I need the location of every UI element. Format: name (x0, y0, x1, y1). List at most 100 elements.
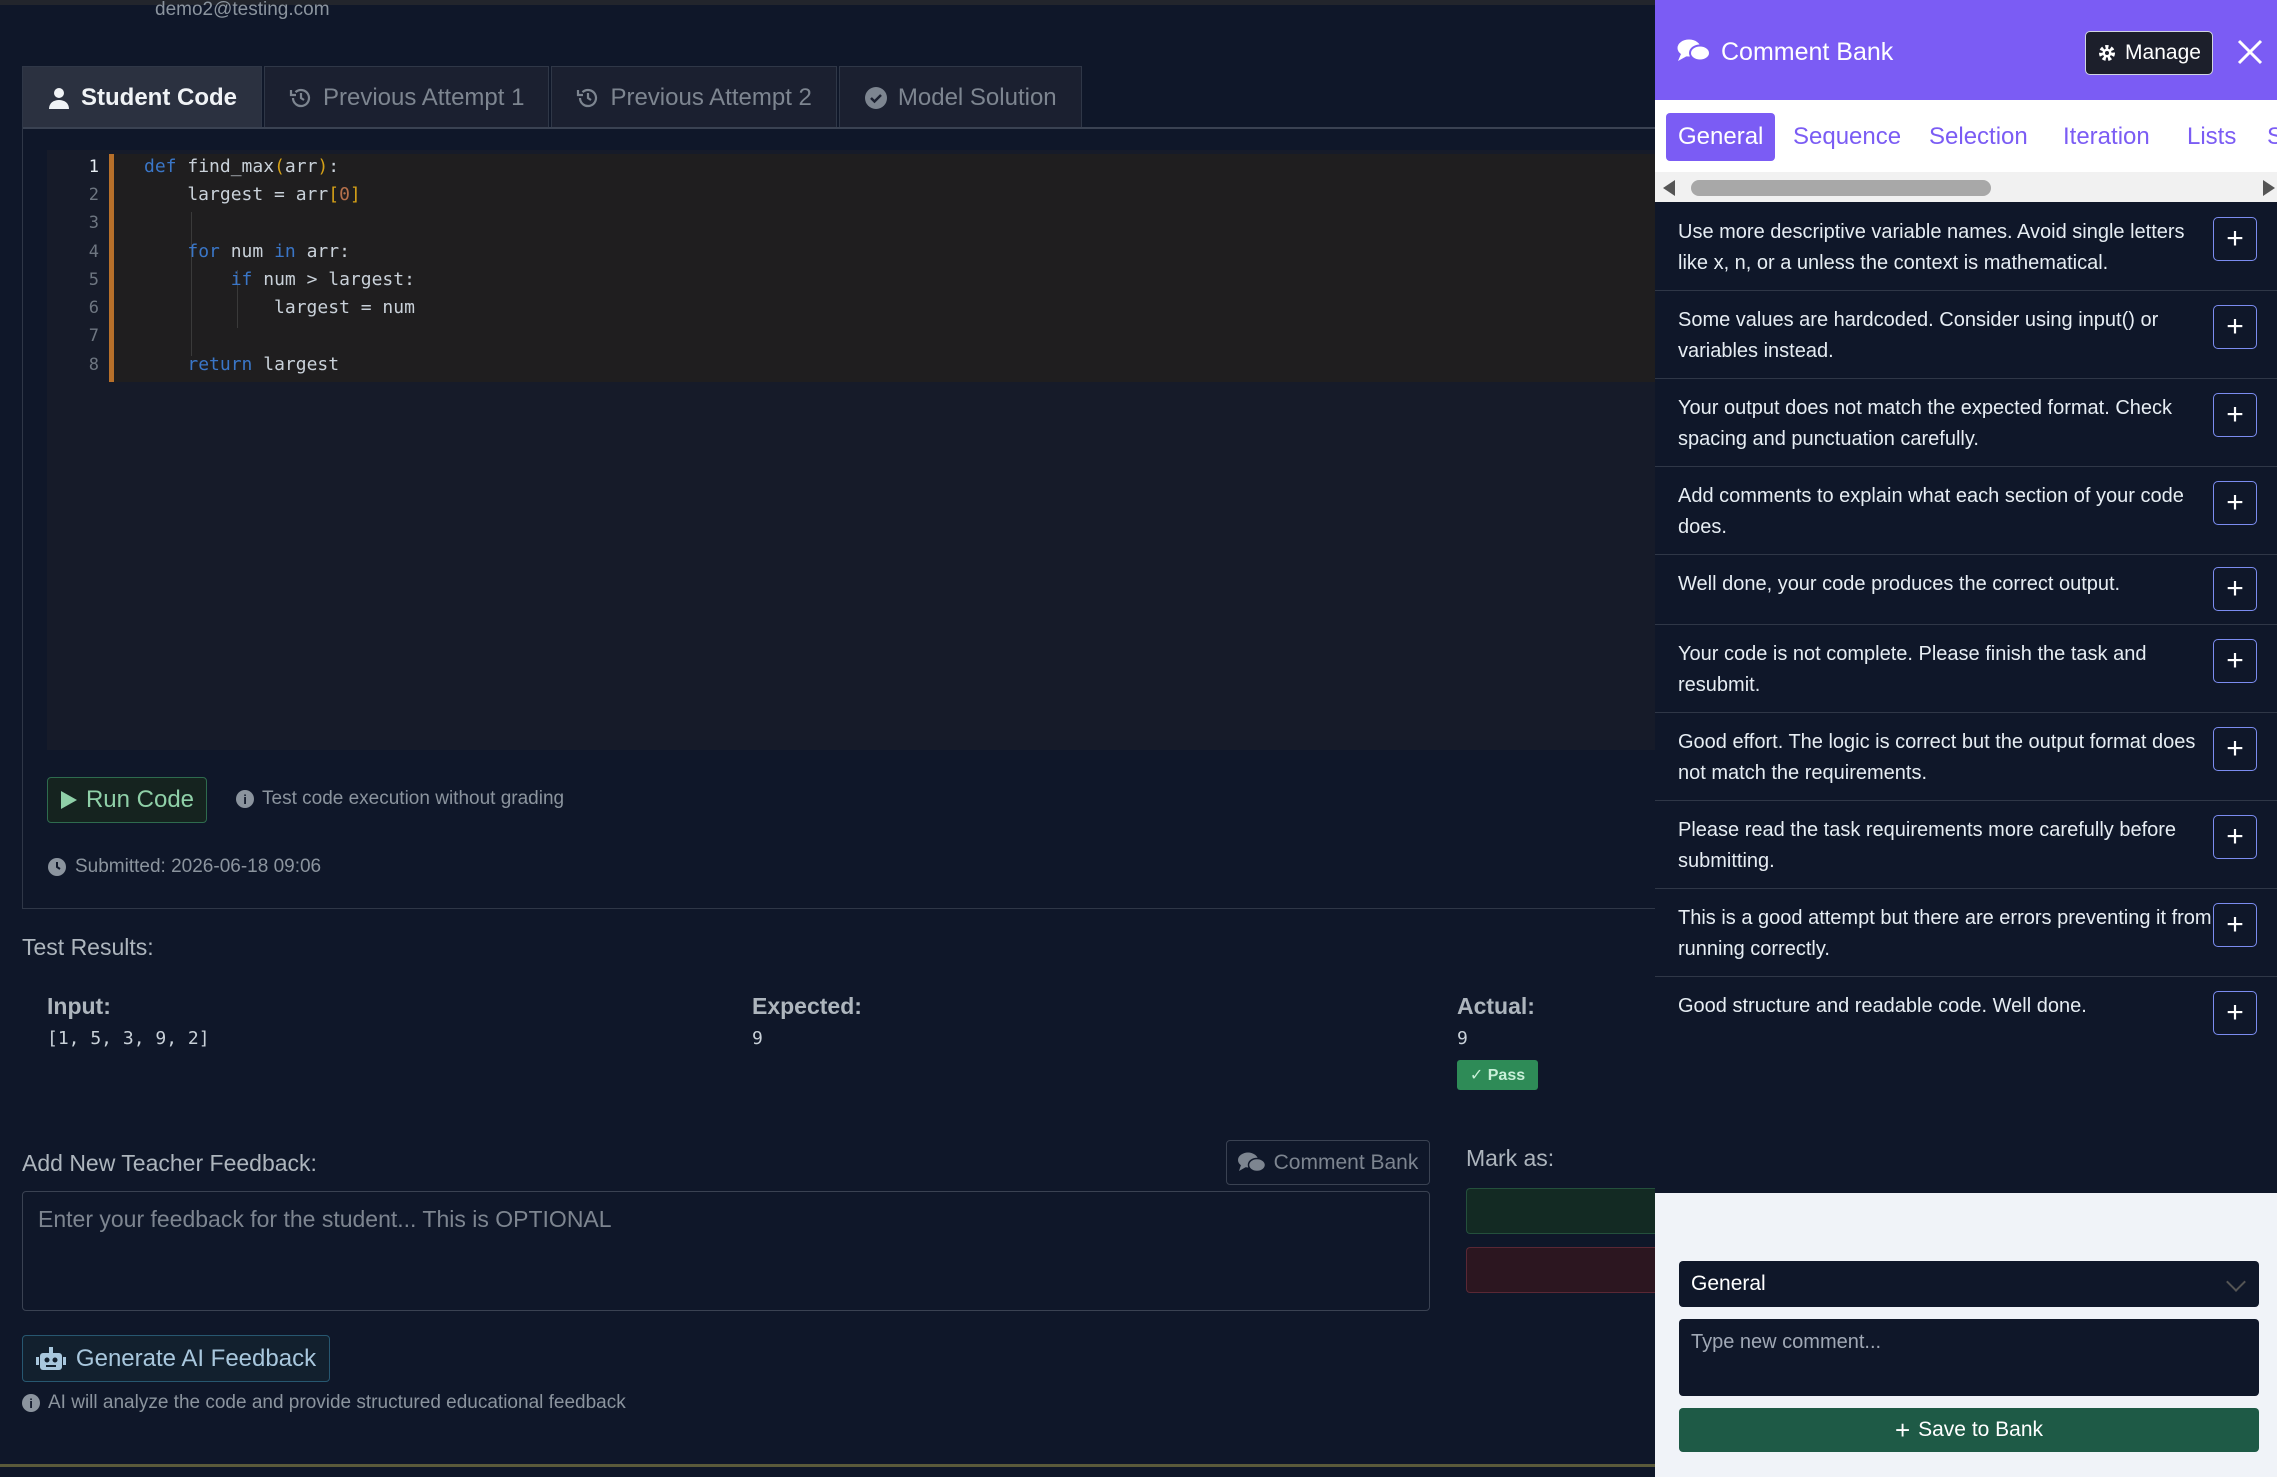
robot-icon (35, 1346, 66, 1370)
comment-text: Some values are hardcoded. Consider usin… (1678, 309, 2159, 362)
line-gutter: 1 2 3 4 5 6 7 8 (47, 154, 109, 382)
panel-header: Comment Bank Manage (1655, 0, 2277, 100)
manage-button[interactable]: Manage (2085, 31, 2213, 75)
add-comment-button[interactable]: + (2213, 217, 2257, 261)
code-area[interactable]: 1 2 3 4 5 6 7 8 def find_max(arr): large… (47, 154, 1655, 382)
category-tabs: General Sequence Selection Iteration Lis… (1655, 100, 2277, 172)
test-results-title: Test Results: (22, 934, 154, 960)
plus-icon: + (2226, 222, 2244, 255)
tab-lists[interactable]: Lists (2175, 113, 2248, 161)
add-comment-button[interactable]: + (2213, 727, 2257, 771)
mark-as-label: Mark as: (1466, 1145, 1555, 1171)
add-comment-button[interactable]: + (2213, 815, 2257, 859)
comment-item: Your code is not complete. Please finish… (1655, 625, 2277, 713)
mark-correct-button[interactable] (1466, 1188, 1656, 1234)
close-icon[interactable] (2233, 35, 2267, 69)
bottom-divider (0, 1464, 1655, 1467)
submitted-info: Submitted: 2026-06-18 09:06 (47, 856, 321, 878)
line-number: 3 (88, 213, 99, 233)
comment-bank-button[interactable]: Comment Bank (1226, 1140, 1430, 1185)
add-comment-button[interactable]: + (2213, 991, 2257, 1035)
line-number: 5 (88, 270, 99, 290)
line-number: 8 (88, 355, 99, 375)
manage-label: Manage (2125, 41, 2201, 64)
line-number: 6 (88, 298, 99, 318)
comment-text: This is a good attempt but there are err… (1678, 907, 2212, 960)
comment-text: Add comments to explain what each sectio… (1678, 485, 2184, 538)
panel-title: Comment Bank (1721, 38, 1894, 66)
add-comment-button[interactable]: + (2213, 639, 2257, 683)
plus-icon: + (2226, 310, 2244, 343)
comment-item: This is a good attempt but there are err… (1655, 889, 2277, 977)
tab-selection[interactable]: Selection (1917, 113, 2040, 161)
plus-icon: + (1894, 1415, 1911, 1445)
play-icon (60, 791, 77, 809)
clock-icon (48, 858, 66, 876)
add-comment-button[interactable]: + (2213, 393, 2257, 437)
scroll-thumb[interactable] (1691, 180, 1991, 196)
comment-text: Well done, your code produces the correc… (1678, 573, 2121, 595)
new-comment-placeholder: Type new comment... (1691, 1331, 1882, 1353)
input-label: Input: (47, 993, 111, 1019)
feedback-placeholder: Enter your feedback for the student... T… (38, 1206, 612, 1232)
scroll-left-icon[interactable] (1663, 180, 1675, 196)
tabs-scrollbar[interactable] (1655, 172, 2277, 202)
gear-icon (2099, 45, 2116, 61)
input-value: [1, 5, 3, 9, 2] (47, 1028, 210, 1049)
comment-bank-panel: Comment Bank Manage General Sequence Sel… (1655, 0, 2277, 1477)
code-line-5: if num > largest: (230, 269, 415, 290)
run-hint: i Test code execution without grading (236, 788, 564, 810)
category-select[interactable]: General (1679, 1261, 2259, 1307)
comment-text: Please read the task requirements more c… (1678, 819, 2177, 872)
comment-item: Add comments to explain what each sectio… (1655, 467, 2277, 555)
plus-icon: + (2226, 908, 2244, 941)
plus-icon: + (2226, 732, 2244, 765)
comment-item: Well done, your code produces the correc… (1655, 555, 2277, 625)
new-comment-form: General Type new comment... + Save to Ba… (1655, 1193, 2277, 1477)
feedback-textarea[interactable]: Enter your feedback for the student... T… (22, 1191, 1430, 1311)
comment-text: Your code is not complete. Please finish… (1678, 643, 2147, 696)
tab-iteration[interactable]: Iteration (2051, 113, 2162, 161)
run-hint-text: Test code execution without grading (262, 788, 565, 809)
change-marker (109, 154, 114, 382)
actual-label: Actual: (1457, 993, 1535, 1019)
comment-item: Use more descriptive variable names. Avo… (1655, 203, 2277, 291)
code-line-8: return largest (187, 354, 340, 375)
line-number: 2 (88, 185, 99, 205)
tab-sequence[interactable]: Sequence (1781, 113, 1913, 161)
comments-icon (1677, 39, 1711, 62)
comment-text: Good effort. The logic is correct but th… (1678, 731, 2196, 784)
scroll-right-icon[interactable] (2263, 180, 2275, 196)
comments-icon (1237, 1152, 1266, 1172)
expected-label: Expected: (752, 993, 862, 1019)
run-code-label: Run Code (85, 786, 195, 813)
add-comment-button[interactable]: + (2213, 305, 2257, 349)
user-email: demo2@testing.com (155, 0, 330, 20)
comment-item: Good structure and readable code. Well d… (1655, 977, 2277, 1065)
new-comment-input[interactable]: Type new comment... (1679, 1319, 2259, 1396)
line-number: 7 (88, 326, 99, 346)
run-code-button[interactable]: Run Code (47, 777, 207, 823)
plus-icon: + (2226, 486, 2244, 519)
comment-text: Your output does not match the expected … (1678, 397, 2173, 450)
generate-ai-feedback-button[interactable]: Generate AI Feedback (22, 1335, 330, 1382)
tab-more[interactable]: S (2255, 113, 2277, 161)
tab-general[interactable]: General (1666, 113, 1776, 161)
ai-hint-text: AI will analyze the code and provide str… (48, 1392, 626, 1413)
expected-value: 9 (752, 1028, 763, 1049)
comment-item: Some values are hardcoded. Consider usin… (1655, 291, 2277, 379)
add-comment-button[interactable]: + (2213, 903, 2257, 947)
ai-hint: i AI will analyze the code and provide s… (22, 1392, 626, 1414)
code-line-2: largest = arr[0] (144, 184, 361, 205)
comment-text: Good structure and readable code. Well d… (1678, 995, 2087, 1017)
mark-incorrect-button[interactable] (1466, 1247, 1656, 1293)
add-comment-button[interactable]: + (2213, 481, 2257, 525)
comment-item: Good effort. The logic is correct but th… (1655, 713, 2277, 801)
code-line-1: def find_max(arr): (144, 156, 340, 177)
feedback-label: Add New Teacher Feedback: (22, 1150, 317, 1176)
category-select-value: General (1691, 1272, 1766, 1295)
save-to-bank-button[interactable]: + Save to Bank (1679, 1408, 2259, 1452)
plus-icon: + (2226, 644, 2244, 677)
add-comment-button[interactable]: + (2213, 567, 2257, 611)
code-editor[interactable]: 1 2 3 4 5 6 7 8 def find_max(arr): large… (47, 150, 1655, 750)
